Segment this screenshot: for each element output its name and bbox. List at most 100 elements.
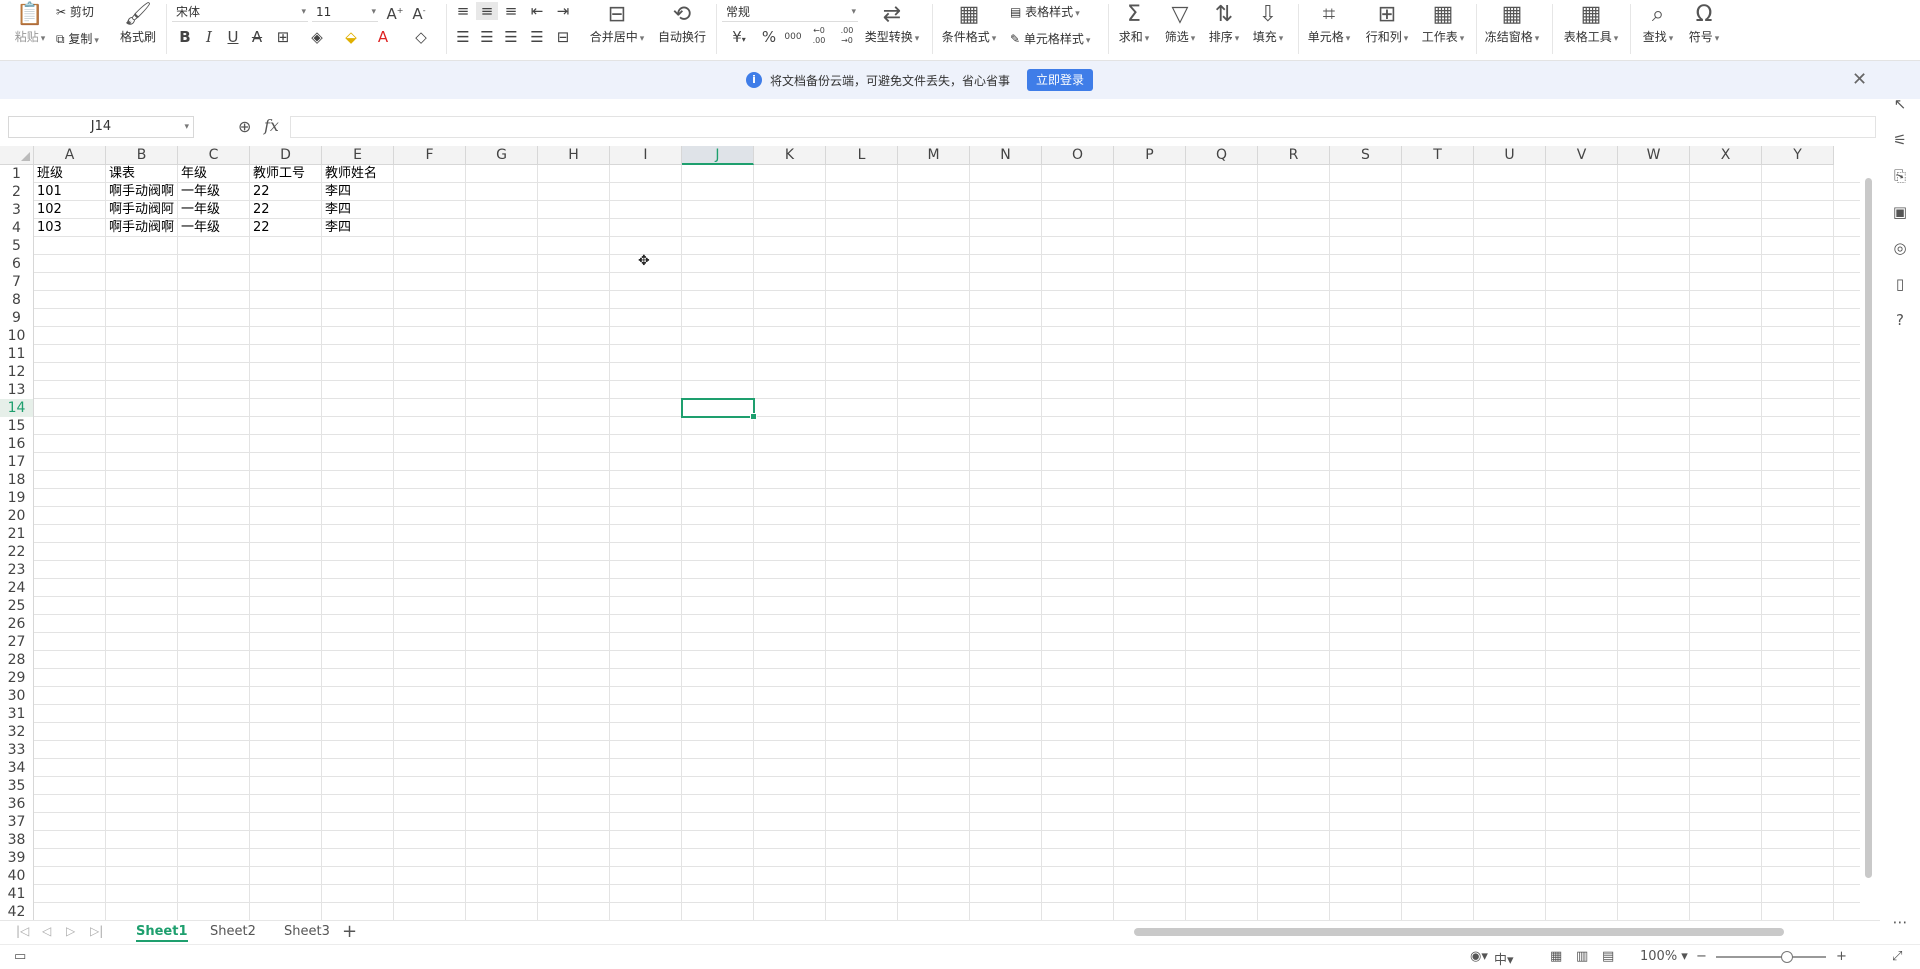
- row-header-7[interactable]: 7: [0, 273, 34, 291]
- eraser-icon[interactable]: ◇: [410, 28, 432, 46]
- transform-icon[interactable]: ⎘: [1890, 166, 1910, 186]
- row-header-27[interactable]: 27: [0, 633, 34, 651]
- underline-button[interactable]: U: [222, 28, 244, 46]
- column-header-j[interactable]: J: [682, 146, 754, 165]
- row-header-26[interactable]: 26: [0, 615, 34, 633]
- row-header-15[interactable]: 15: [0, 417, 34, 435]
- normal-view-icon[interactable]: ▦: [1550, 949, 1562, 964]
- copy-button[interactable]: ⧉ 复制: [56, 30, 99, 47]
- column-header-d[interactable]: D: [250, 146, 322, 165]
- align-bottom-icon[interactable]: ≡: [500, 2, 522, 20]
- last-sheet-icon[interactable]: ▷|: [90, 924, 103, 938]
- row-header-16[interactable]: 16: [0, 435, 34, 453]
- column-header-g[interactable]: G: [466, 146, 538, 165]
- row-header-30[interactable]: 30: [0, 687, 34, 705]
- align-right-icon[interactable]: ☰: [500, 28, 522, 46]
- fill-button[interactable]: ⇩ 填充: [1248, 2, 1288, 46]
- row-header-36[interactable]: 36: [0, 795, 34, 813]
- zoom-slider[interactable]: [1716, 951, 1826, 963]
- align-center-icon[interactable]: ☰: [476, 28, 498, 46]
- cell-a1[interactable]: 班级: [34, 165, 106, 183]
- row-header-31[interactable]: 31: [0, 705, 34, 723]
- row-header-4[interactable]: 4: [0, 219, 34, 237]
- row-header-42[interactable]: 42: [0, 903, 34, 921]
- column-header-x[interactable]: X: [1690, 146, 1762, 165]
- wrap-text-button[interactable]: ⟲ 自动换行: [656, 2, 708, 44]
- currency-button[interactable]: ¥▾: [726, 28, 752, 49]
- table-tools-button[interactable]: ▦ 表格工具: [1560, 2, 1622, 46]
- sliders-icon[interactable]: ⚟: [1890, 130, 1910, 150]
- cell-area[interactable]: 班级 课表 年级 教师工号 教师姓名 101 啊手动阀啊 一年级 22 李四 102 啊手动阀阿 一年级…: [34, 165, 1860, 921]
- cell-d4[interactable]: 22: [250, 219, 322, 237]
- screen-icon[interactable]: ▭: [14, 949, 26, 964]
- column-header-q[interactable]: Q: [1186, 146, 1258, 165]
- cell-button[interactable]: ⌗ 单元格: [1304, 2, 1354, 46]
- borders-icon[interactable]: ⊞: [272, 28, 294, 46]
- zoom-slider-knob[interactable]: [1781, 951, 1793, 963]
- distributed-icon[interactable]: ⊟: [552, 28, 574, 46]
- sheet-tab-sheet1[interactable]: Sheet1: [136, 924, 188, 942]
- cell-d2[interactable]: 22: [250, 183, 322, 201]
- type-convert-button[interactable]: ⇄ 类型转换: [862, 2, 922, 46]
- row-header-2[interactable]: 2: [0, 183, 34, 201]
- eye-protection-icon[interactable]: ◉▾: [1470, 949, 1488, 964]
- zoom-level[interactable]: 100% ▾: [1640, 949, 1688, 964]
- table-style-button[interactable]: ▤ 表格样式: [1010, 3, 1080, 20]
- selected-cell[interactable]: [681, 398, 757, 420]
- row-header-28[interactable]: 28: [0, 651, 34, 669]
- cell-a2[interactable]: 101: [34, 183, 106, 201]
- row-header-37[interactable]: 37: [0, 813, 34, 831]
- italic-button[interactable]: I: [198, 28, 220, 46]
- cell-a4[interactable]: 103: [34, 219, 106, 237]
- row-header-3[interactable]: 3: [0, 201, 34, 219]
- pointer-icon[interactable]: ↖: [1890, 94, 1910, 114]
- zoom-out-icon[interactable]: −: [1696, 949, 1707, 964]
- row-header-19[interactable]: 19: [0, 489, 34, 507]
- row-header-8[interactable]: 8: [0, 291, 34, 309]
- fullscreen-icon[interactable]: ⤢: [1892, 949, 1902, 964]
- fill-color-icon[interactable]: ◈: [306, 28, 328, 46]
- column-header-k[interactable]: K: [754, 146, 826, 165]
- row-header-6[interactable]: 6: [0, 255, 34, 273]
- cell-b4[interactable]: 啊手动阀啊: [106, 219, 178, 237]
- align-top-icon[interactable]: ≡: [452, 2, 474, 20]
- cell-b3[interactable]: 啊手动阀阿: [106, 201, 178, 219]
- column-header-o[interactable]: O: [1042, 146, 1114, 165]
- cell-b1[interactable]: 课表: [106, 165, 178, 183]
- row-header-11[interactable]: 11: [0, 345, 34, 363]
- row-header-20[interactable]: 20: [0, 507, 34, 525]
- freeze-panes-button[interactable]: ▦ 冻结窗格: [1482, 2, 1542, 46]
- column-header-y[interactable]: Y: [1762, 146, 1834, 165]
- cell-d1[interactable]: 教师工号: [250, 165, 322, 183]
- column-header-l[interactable]: L: [826, 146, 898, 165]
- sheet-tab-sheet2[interactable]: Sheet2: [210, 924, 256, 939]
- column-header-s[interactable]: S: [1330, 146, 1402, 165]
- column-header-a[interactable]: A: [34, 146, 106, 165]
- row-header-25[interactable]: 25: [0, 597, 34, 615]
- cell-e1[interactable]: 教师姓名: [322, 165, 394, 183]
- select-all-corner[interactable]: [0, 146, 34, 165]
- symbol-button[interactable]: Ω 符号: [1684, 2, 1724, 46]
- cell-c2[interactable]: 一年级: [178, 183, 250, 201]
- font-size-select[interactable]: 11 ▾: [312, 2, 378, 22]
- page-break-icon[interactable]: ▤: [1602, 949, 1614, 964]
- row-header-33[interactable]: 33: [0, 741, 34, 759]
- help-icon[interactable]: ?: [1890, 310, 1910, 330]
- row-header-40[interactable]: 40: [0, 867, 34, 885]
- worksheet-button[interactable]: ▦ 工作表: [1418, 2, 1468, 46]
- number-format-select[interactable]: 常规 ▾: [722, 2, 858, 22]
- column-header-p[interactable]: P: [1114, 146, 1186, 165]
- next-sheet-icon[interactable]: ▷: [66, 924, 75, 938]
- page-layout-icon[interactable]: ▥: [1576, 949, 1588, 964]
- vertical-scrollbar[interactable]: [1863, 150, 1874, 918]
- column-header-w[interactable]: W: [1618, 146, 1690, 165]
- prev-sheet-icon[interactable]: ◁: [42, 924, 51, 938]
- column-header-v[interactable]: V: [1546, 146, 1618, 165]
- decrease-font-icon[interactable]: A-: [408, 2, 430, 23]
- filter-button[interactable]: ▽ 筛选: [1160, 2, 1200, 46]
- column-header-m[interactable]: M: [898, 146, 970, 165]
- cut-button[interactable]: ✂ 剪切: [56, 3, 94, 20]
- row-header-12[interactable]: 12: [0, 363, 34, 381]
- justify-icon[interactable]: ☰: [526, 28, 548, 46]
- close-icon[interactable]: ✕: [1852, 69, 1867, 90]
